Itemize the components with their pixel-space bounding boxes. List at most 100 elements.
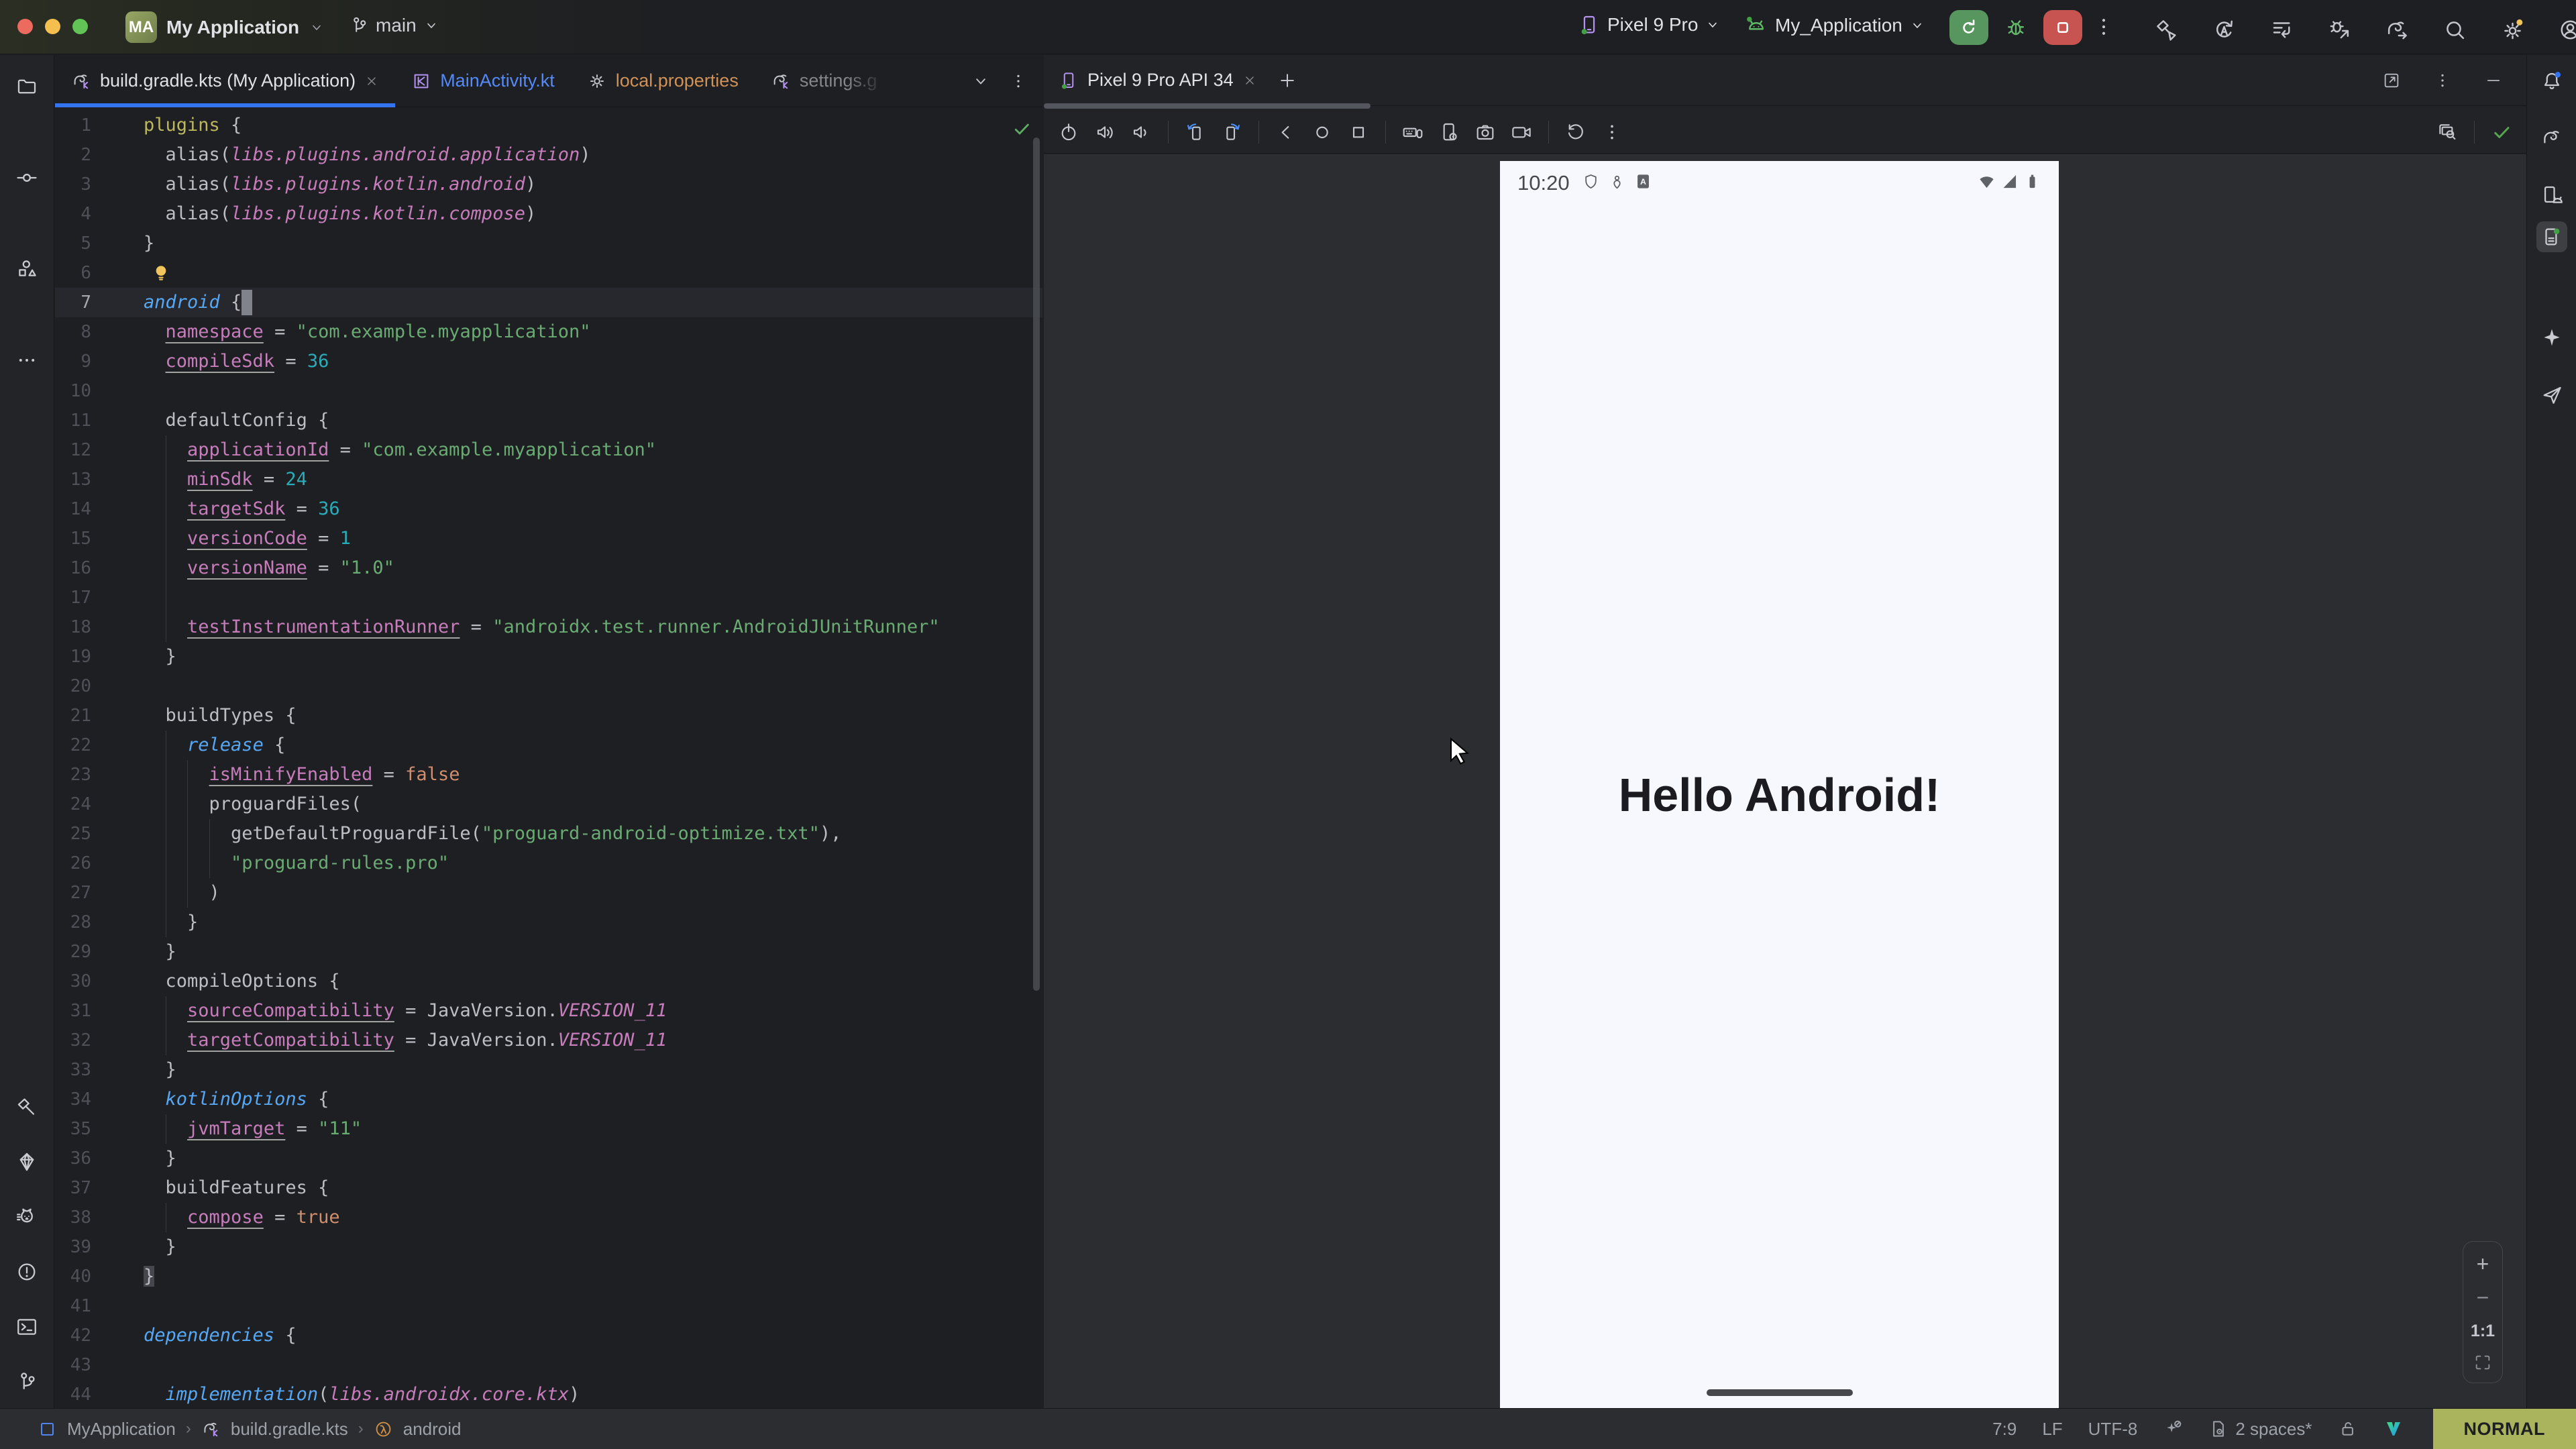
rerun-button[interactable] xyxy=(1949,10,1988,45)
debug-button[interactable] xyxy=(1996,10,2035,45)
line-number[interactable]: 23 xyxy=(55,760,91,790)
apply-code-changes-button[interactable] xyxy=(2266,14,2297,45)
tab-build-gradle-kts[interactable]: build.gradle.kts (My Application) xyxy=(55,55,395,107)
home-button[interactable] xyxy=(1307,117,1338,148)
code-line[interactable]: 38 compose = true xyxy=(55,1203,1042,1232)
project-tool-button[interactable] xyxy=(11,71,42,102)
screen-record-button[interactable] xyxy=(1506,117,1537,148)
device-screen[interactable]: 10:20 A Hello Android! xyxy=(1500,161,2059,1409)
code-line[interactable]: 34 kotlinOptions { xyxy=(55,1085,1042,1114)
tab-mainactivity-kt[interactable]: MainActivity.kt xyxy=(395,55,571,107)
tab-options-button[interactable] xyxy=(1009,72,1028,91)
tab-scrollbar[interactable] xyxy=(1044,103,1371,109)
zoom-out-button[interactable]: − xyxy=(2477,1286,2489,1309)
line-number[interactable]: 5 xyxy=(55,229,91,258)
logcat-button[interactable] xyxy=(11,1201,42,1232)
close-window-button[interactable] xyxy=(17,19,33,34)
layout-inspector-toggle[interactable] xyxy=(2432,117,2463,148)
code-line[interactable]: 22 release { xyxy=(55,731,1042,760)
more-button[interactable] xyxy=(1597,117,1627,148)
app-insights-button[interactable] xyxy=(11,1146,42,1177)
line-number[interactable]: 34 xyxy=(55,1085,91,1114)
line-number[interactable]: 1 xyxy=(55,111,91,140)
line-number[interactable]: 4 xyxy=(55,199,91,229)
line-number[interactable]: 18 xyxy=(55,612,91,642)
code-line[interactable]: 27 ) xyxy=(55,878,1042,908)
code-line[interactable]: 12 applicationId = "com.example.myapplic… xyxy=(55,435,1042,465)
code-line[interactable]: 35 jvmTarget = "11" xyxy=(55,1114,1042,1144)
project-widget[interactable]: MA My Application xyxy=(125,11,325,43)
line-number[interactable]: 41 xyxy=(55,1291,91,1321)
code-line[interactable]: 21 buildTypes { xyxy=(55,701,1042,731)
code-line[interactable]: 14 targetSdk = 36 xyxy=(55,494,1042,524)
line-number[interactable]: 38 xyxy=(55,1203,91,1232)
line-number[interactable]: 26 xyxy=(55,849,91,878)
code-line[interactable]: 3 alias(libs.plugins.kotlin.android) xyxy=(55,170,1042,199)
code-line[interactable]: 6 xyxy=(55,258,1042,288)
apply-changes-button[interactable] xyxy=(2208,14,2239,45)
vpn-shield-icon[interactable] xyxy=(1582,172,1600,194)
line-number[interactable]: 14 xyxy=(55,494,91,524)
minimize-window-button[interactable] xyxy=(45,19,60,34)
device-settings-button[interactable] xyxy=(1434,117,1464,148)
code-line[interactable]: 24 proguardFiles( xyxy=(55,790,1042,819)
tab-local-properties[interactable]: local.properties xyxy=(571,55,755,107)
line-number[interactable]: 27 xyxy=(55,878,91,908)
code-line[interactable]: 4 alias(libs.plugins.kotlin.compose) xyxy=(55,199,1042,229)
gradle-sync-button[interactable] xyxy=(2381,14,2412,45)
line-number[interactable]: 33 xyxy=(55,1055,91,1085)
commit-tool-button[interactable] xyxy=(11,162,42,193)
code-line[interactable]: 43 xyxy=(55,1350,1042,1380)
hide-panel-button[interactable] xyxy=(2478,65,2509,96)
more-actions-button[interactable] xyxy=(2092,15,2116,39)
line-number[interactable]: 43 xyxy=(55,1350,91,1380)
code-line[interactable]: 16 versionName = "1.0" xyxy=(55,553,1042,583)
open-in-new-window-button[interactable] xyxy=(2376,65,2407,96)
breadcrumb-item[interactable]: MyApplication xyxy=(67,1419,176,1440)
running-devices-button[interactable] xyxy=(2536,221,2567,252)
line-number[interactable]: 28 xyxy=(55,908,91,937)
rotate-left-button[interactable] xyxy=(1180,117,1211,148)
code-line[interactable]: 18 testInstrumentationRunner = "androidx… xyxy=(55,612,1042,642)
code-line[interactable]: 32 targetCompatibility = JavaVersion.VER… xyxy=(55,1026,1042,1055)
close-icon[interactable] xyxy=(1242,73,1257,88)
line-number[interactable]: 11 xyxy=(55,406,91,435)
problems-button[interactable] xyxy=(11,1256,42,1287)
branch-widget[interactable]: main xyxy=(349,15,439,36)
line-number[interactable]: 8 xyxy=(55,317,91,347)
code-line[interactable]: 28 } xyxy=(55,908,1042,937)
line-number[interactable]: 12 xyxy=(55,435,91,465)
line-number[interactable]: 19 xyxy=(55,642,91,672)
code-line[interactable]: 39 } xyxy=(55,1232,1042,1262)
vim-mode-badge[interactable]: NORMAL xyxy=(2433,1409,2576,1449)
panel-options-button[interactable] xyxy=(2427,65,2458,96)
code-line[interactable]: 15 versionCode = 1 xyxy=(55,524,1042,553)
line-number[interactable]: 13 xyxy=(55,465,91,494)
code-line[interactable]: 36 } xyxy=(55,1144,1042,1173)
line-number[interactable]: 25 xyxy=(55,819,91,849)
more-tool-windows-button[interactable] xyxy=(11,345,42,376)
inspections-ok-icon[interactable] xyxy=(1012,119,1032,139)
code-line[interactable]: 29 } xyxy=(55,937,1042,967)
line-number[interactable]: 20 xyxy=(55,672,91,701)
breadcrumb-item[interactable]: android xyxy=(403,1419,462,1440)
zoom-in-button[interactable]: + xyxy=(2477,1252,2489,1275)
location-icon[interactable] xyxy=(1608,172,1626,194)
gemini-button[interactable] xyxy=(2536,322,2567,353)
back-button[interactable] xyxy=(1271,117,1301,148)
code-line[interactable]: 25 getDefaultProguardFile("proguard-andr… xyxy=(55,819,1042,849)
code-line[interactable]: 19 } xyxy=(55,642,1042,672)
line-number[interactable]: 42 xyxy=(55,1321,91,1350)
breadcrumb-item[interactable]: build.gradle.kts xyxy=(231,1419,348,1440)
settings-button[interactable] xyxy=(2497,14,2528,45)
cell-signal-icon[interactable] xyxy=(2000,172,2019,194)
caret-position-widget[interactable]: 7:9 xyxy=(1992,1419,2017,1440)
line-number[interactable]: 3 xyxy=(55,170,91,199)
rotate-right-button[interactable] xyxy=(1216,117,1247,148)
volume-up-button[interactable] xyxy=(1089,117,1120,148)
code-line[interactable]: 8 namespace = "com.example.myapplication… xyxy=(55,317,1042,347)
encoding-widget[interactable]: UTF-8 xyxy=(2088,1419,2138,1440)
code-line[interactable]: 13 minSdk = 24 xyxy=(55,465,1042,494)
device-manager-button[interactable] xyxy=(2536,180,2567,211)
line-number[interactable]: 7 xyxy=(55,288,91,317)
